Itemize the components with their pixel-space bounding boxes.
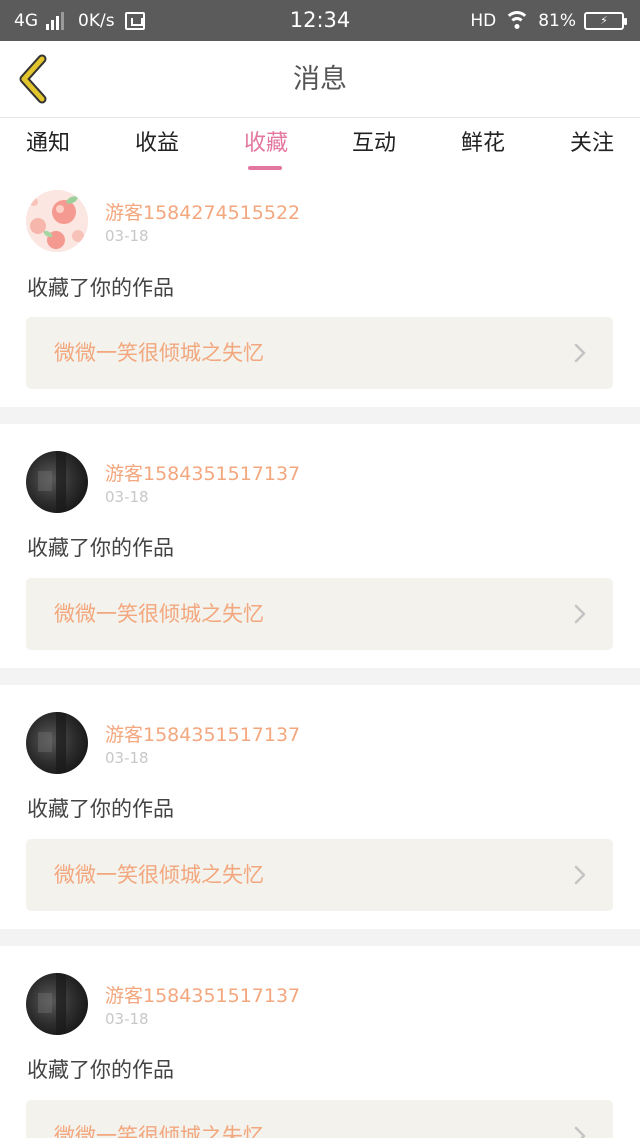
message-date: 03-18 bbox=[105, 749, 149, 767]
avatar[interactable] bbox=[26, 973, 88, 1035]
tab-flowers[interactable]: 鲜花 bbox=[428, 118, 538, 172]
message-card: 游客1584351517137 03-18 收藏了你的作品 微微一笑很倾城之失忆 bbox=[0, 946, 640, 1138]
message-card: 游客1584274515522 03-18 收藏了你的作品 微微一笑很倾城之失忆 bbox=[0, 172, 640, 407]
battery-icon: ⚡ bbox=[584, 11, 627, 30]
wifi-icon bbox=[504, 10, 531, 31]
tab-bar: 通知 收益 收藏 互动 鲜花 关注 bbox=[0, 118, 640, 172]
dark-avatar-icon bbox=[38, 451, 66, 513]
username[interactable]: 游客1584351517137 bbox=[105, 459, 300, 486]
work-link[interactable]: 微微一笑很倾城之失忆 bbox=[26, 317, 613, 389]
avatar[interactable] bbox=[26, 712, 88, 774]
work-title: 微微一笑很倾城之失忆 bbox=[54, 602, 264, 626]
work-title: 微微一笑很倾城之失忆 bbox=[54, 863, 264, 887]
work-title: 微微一笑很倾城之失忆 bbox=[54, 341, 264, 365]
chevron-right-icon bbox=[574, 1126, 586, 1138]
chevron-right-icon bbox=[574, 604, 586, 624]
page-title: 消息 bbox=[293, 64, 347, 95]
peach-avatar-icon bbox=[26, 190, 88, 252]
tab-favorites[interactable]: 收藏 bbox=[211, 118, 321, 172]
username[interactable]: 游客1584351517137 bbox=[105, 720, 300, 747]
action-text: 收藏了你的作品 bbox=[27, 1058, 174, 1082]
username[interactable]: 游客1584274515522 bbox=[105, 198, 300, 225]
message-card: 游客1584351517137 03-18 收藏了你的作品 微微一笑很倾城之失忆 bbox=[0, 424, 640, 668]
action-text: 收藏了你的作品 bbox=[27, 536, 174, 560]
status-bar: 4G 0K/s 12:34 HD 81% ⚡ bbox=[0, 0, 640, 41]
work-link[interactable]: 微微一笑很倾城之失忆 bbox=[26, 839, 613, 911]
avatar[interactable] bbox=[26, 190, 88, 252]
work-link[interactable]: 微微一笑很倾城之失忆 bbox=[26, 1100, 613, 1138]
username[interactable]: 游客1584351517137 bbox=[105, 981, 300, 1008]
dark-avatar-icon bbox=[38, 973, 66, 1035]
avatar[interactable] bbox=[26, 451, 88, 513]
action-text: 收藏了你的作品 bbox=[27, 797, 174, 821]
tab-follows[interactable]: 关注 bbox=[537, 118, 640, 172]
work-link[interactable]: 微微一笑很倾城之失忆 bbox=[26, 578, 613, 650]
message-date: 03-18 bbox=[105, 488, 149, 506]
status-bar-right: HD 81% ⚡ bbox=[470, 0, 627, 41]
message-card: 游客1584351517137 03-18 收藏了你的作品 微微一笑很倾城之失忆 bbox=[0, 685, 640, 929]
tab-earnings[interactable]: 收益 bbox=[102, 118, 212, 172]
message-date: 03-18 bbox=[105, 1010, 149, 1028]
tab-notifications[interactable]: 通知 bbox=[0, 118, 103, 172]
chevron-right-icon bbox=[574, 865, 586, 885]
tab-interactions[interactable]: 互动 bbox=[319, 118, 429, 172]
action-text: 收藏了你的作品 bbox=[27, 276, 174, 300]
work-title: 微微一笑很倾城之失忆 bbox=[54, 1124, 264, 1138]
hd-indicator: HD bbox=[470, 10, 497, 31]
chevron-right-icon bbox=[574, 343, 586, 363]
active-tab-indicator bbox=[248, 166, 282, 170]
dark-avatar-icon bbox=[38, 712, 66, 774]
app-header: 消息 bbox=[0, 41, 640, 118]
message-date: 03-18 bbox=[105, 227, 149, 245]
screen: 4G 0K/s 12:34 HD 81% ⚡ 消息 通知 收益 收藏 互动 鲜花… bbox=[0, 0, 640, 1138]
battery-percent: 81% bbox=[538, 10, 576, 31]
